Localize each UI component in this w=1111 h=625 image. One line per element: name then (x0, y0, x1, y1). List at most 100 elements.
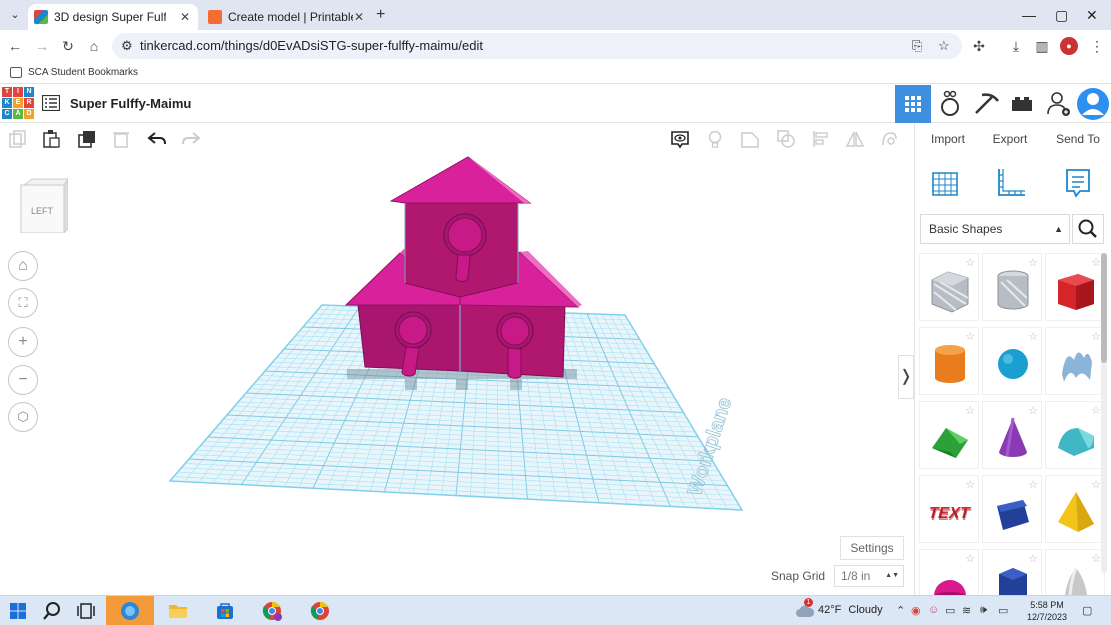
maximize-icon[interactable]: ▢ (1055, 6, 1068, 24)
sim-lab-button[interactable] (932, 85, 968, 123)
tab-tinkercad[interactable]: 3D design Super Fulffy-Maimu ✕ (28, 4, 198, 30)
site-info-icon[interactable]: ⚙ (121, 38, 133, 54)
download-icon[interactable]: ⤓ (1007, 37, 1025, 55)
snap-grid-select[interactable]: 1/8 in ▲▼ (834, 565, 904, 587)
shape-item-text[interactable]: ☆ TEXT TEXT (919, 475, 979, 543)
design-list-icon[interactable] (42, 95, 60, 111)
shape-item-cylinder[interactable]: ☆ (919, 327, 979, 395)
copy-icon[interactable] (8, 129, 28, 149)
scrollbar-thumb[interactable] (1101, 253, 1107, 363)
install-app-icon[interactable]: ⎘ (912, 38, 922, 54)
shape-item-cone[interactable]: ☆ (982, 401, 1042, 469)
duplicate-icon[interactable] (77, 129, 97, 149)
panel-collapse-button[interactable]: ❭ (898, 355, 914, 399)
system-clock[interactable]: 5:58 PM 12/7/2023 (1027, 599, 1067, 623)
home-view-button[interactable]: ⌂ (8, 251, 38, 281)
wifi-icon[interactable]: ≋ (962, 604, 971, 617)
bookmark-folder-sca[interactable]: SCA Student Bookmarks (28, 67, 138, 78)
search-icon[interactable] (40, 599, 64, 623)
workplane-tool-icon[interactable] (929, 167, 961, 199)
tab-close-icon[interactable]: ✕ (180, 4, 190, 30)
user-avatar[interactable] (1076, 85, 1111, 123)
delete-icon[interactable] (111, 129, 131, 149)
shapes-scrollbar[interactable] (1101, 253, 1107, 573)
windows-start-icon[interactable] (6, 599, 30, 623)
birdhouse-model[interactable] (344, 156, 582, 379)
redo-icon[interactable] (181, 129, 201, 149)
send-to-button[interactable]: Send To (1048, 128, 1108, 150)
notification-icon[interactable]: ▢ (1082, 604, 1092, 617)
battery-icon[interactable]: ▭ (998, 604, 1008, 617)
shape-item-round-roof[interactable]: ☆ (1045, 401, 1105, 469)
widgets-button[interactable] (106, 596, 154, 625)
weather-status[interactable]: 42°F Cloudy (818, 604, 883, 616)
forward-icon[interactable]: → (33, 37, 51, 55)
workspace-canvas[interactable]: Workplane LEFT ⌂ ⛶ + − ⬡ ❭ Settings Snap… (0, 155, 914, 595)
align-icon[interactable] (811, 129, 831, 149)
shape-item-cylinder-hole[interactable]: ☆ (982, 253, 1042, 321)
view-cube[interactable]: LEFT (20, 177, 68, 233)
shape-item-sphere[interactable]: ☆ (982, 327, 1042, 395)
shape-item-pyramid[interactable]: ☆ (1045, 475, 1105, 543)
shape-item-paraboloid[interactable]: ☆ (1045, 549, 1105, 595)
bricks-button[interactable] (1004, 85, 1040, 123)
tinkercad-logo[interactable]: TIN KER CAD (2, 87, 34, 121)
design-title[interactable]: Super Fulffy-Maimu (70, 96, 191, 111)
bookmark-star-icon[interactable]: ☆ (938, 38, 950, 54)
shape-item-polygon[interactable]: ☆ (982, 549, 1042, 595)
fit-view-button[interactable]: ⛶ (8, 288, 38, 318)
shape-item-half-sphere[interactable]: ☆ (919, 549, 979, 595)
extensions-icon[interactable]: ✣ (970, 37, 988, 55)
shape-item-wedge[interactable]: ☆ (982, 475, 1042, 543)
notes-tool-icon[interactable] (1062, 167, 1094, 199)
minimize-icon[interactable]: — (1022, 6, 1036, 24)
group-icon[interactable] (740, 129, 760, 149)
workplane-scene[interactable]: Workplane (0, 155, 914, 595)
tray-network-icon[interactable]: ▭ (945, 604, 955, 617)
export-button[interactable]: Export (985, 128, 1035, 150)
address-bar[interactable]: ⚙ tinkercad.com/things/d0EvADsiSTG-super… (112, 33, 962, 59)
profile-avatar[interactable]: ● (1060, 37, 1078, 55)
shape-item-roof[interactable]: ☆ (919, 401, 979, 469)
shape-library-select[interactable]: Basic Shapes ▲ (920, 214, 1070, 244)
new-tab-icon[interactable]: + (376, 6, 385, 24)
tray-chrome-icon[interactable]: ◉ (911, 604, 921, 617)
reload-icon[interactable]: ↻ (59, 37, 77, 55)
back-icon[interactable]: ← (6, 37, 24, 55)
show-all-eye-icon[interactable] (670, 129, 690, 149)
file-explorer-icon[interactable] (166, 599, 190, 623)
zoom-out-button[interactable]: − (8, 365, 38, 395)
shape-search-button[interactable] (1072, 214, 1104, 244)
paste-icon[interactable] (41, 129, 61, 149)
tab-close-icon[interactable]: ✕ (354, 4, 364, 30)
tab-search-chevron-icon[interactable]: ⌄ (6, 6, 24, 24)
shape-item-box-hole[interactable]: ☆ (919, 253, 979, 321)
share-collaborate-button[interactable] (1040, 85, 1076, 123)
ruler-tool-icon[interactable] (995, 167, 1027, 199)
blocks-button[interactable] (968, 85, 1004, 123)
cruise-icon[interactable] (879, 129, 899, 149)
orthographic-view-button[interactable]: ⬡ (8, 402, 38, 432)
browser-menu-icon[interactable]: ⋮ (1088, 37, 1106, 55)
chrome-icon[interactable] (308, 599, 332, 623)
zoom-in-button[interactable]: + (8, 327, 38, 357)
undo-icon[interactable] (147, 129, 167, 149)
shape-item-scribble[interactable]: ☆ (1045, 327, 1105, 395)
home-icon[interactable]: ⌂ (85, 37, 103, 55)
microsoft-store-icon[interactable] (213, 599, 237, 623)
settings-button[interactable]: Settings (840, 536, 904, 560)
import-button[interactable]: Import (923, 128, 973, 150)
chrome-profile-icon[interactable] (260, 599, 284, 623)
shape-item-box[interactable]: ☆ (1045, 253, 1105, 321)
volume-icon[interactable]: 🕪 (980, 604, 987, 617)
side-panel-icon[interactable]: ▥ (1033, 37, 1051, 55)
mirror-icon[interactable] (845, 129, 865, 149)
ungroup-icon[interactable] (776, 129, 796, 149)
tab-printables[interactable]: Create model | Printables.com ✕ (202, 4, 372, 30)
tray-app-icon[interactable]: ☺ (928, 604, 939, 616)
tray-overflow-chevron-icon[interactable]: ⌃ (896, 604, 905, 617)
notes-lightbulb-icon[interactable] (705, 129, 725, 149)
task-view-icon[interactable] (74, 599, 98, 623)
3d-design-view-button[interactable] (895, 85, 931, 123)
window-close-icon[interactable]: ✕ (1086, 6, 1098, 24)
